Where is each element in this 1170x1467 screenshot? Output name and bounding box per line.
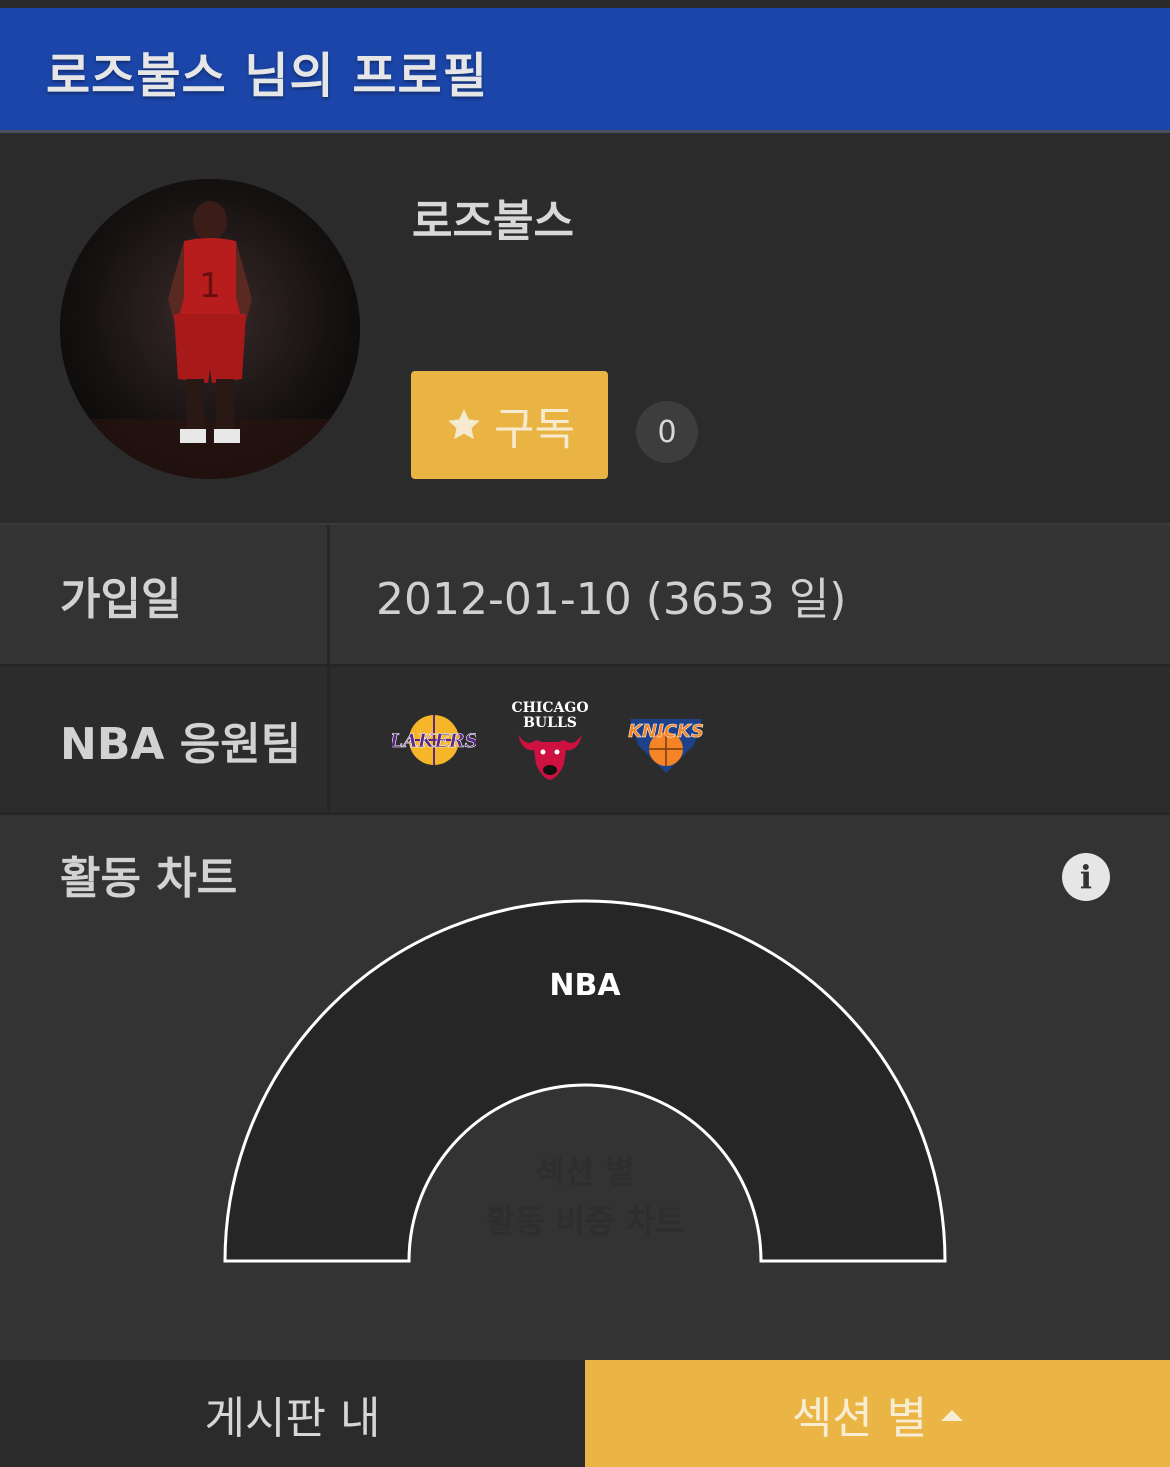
- join-date-row: 가입일 2012-01-10 (3653 일): [0, 525, 1170, 667]
- page-header: 로즈불스 님의 프로필: [0, 8, 1170, 133]
- activity-donut-chart: NBA 섹션 별활동 비중 차트: [223, 899, 947, 1263]
- bulls-logo[interactable]: CHICAGO BULLS: [508, 698, 592, 782]
- star-icon: [448, 409, 480, 440]
- favorite-teams-label: NBA 응원팀: [0, 667, 330, 812]
- join-date-value: 2012-01-10 (3653 일): [376, 573, 847, 625]
- chart-center-label-1: 섹션 별: [535, 1153, 634, 1191]
- subscriber-count: 0: [636, 401, 698, 463]
- avatar[interactable]: 1: [60, 179, 360, 479]
- svg-text:BULLS: BULLS: [523, 715, 577, 731]
- status-strip: [0, 0, 1170, 8]
- caret-up-icon: [941, 1410, 964, 1421]
- subscribe-button[interactable]: 구독: [411, 371, 608, 479]
- svg-text:1: 1: [199, 266, 221, 306]
- bottom-tab-bar: 게시판 내 섹션 별: [0, 1360, 1170, 1467]
- chart-center-label-2: 활동 비중 차트: [486, 1202, 685, 1240]
- username: 로즈불스: [412, 196, 574, 247]
- lakers-logo[interactable]: LAKERS: [392, 710, 476, 770]
- subscribe-label: 구독: [494, 404, 575, 455]
- tab-board-label: 게시판 내: [204, 1392, 381, 1444]
- svg-text:CHICAGO: CHICAGO: [511, 700, 588, 716]
- svg-text:KNICKS: KNICKS: [628, 721, 704, 742]
- svg-text:LAKERS: LAKERS: [392, 730, 476, 752]
- chart-label-nba: NBA: [549, 968, 621, 1003]
- tab-board[interactable]: 게시판 내: [0, 1360, 585, 1467]
- page-title: 로즈불스 님의 프로필: [46, 48, 488, 104]
- join-date-label: 가입일: [0, 525, 330, 664]
- favorite-teams-list: LAKERS CHICAGO BULLS KNICKS: [330, 667, 1170, 812]
- favorite-teams-row: NBA 응원팀 LAKERS CHICAGO BULLS KNICKS: [0, 667, 1170, 815]
- profile-card: 1 로즈불스 구독 0: [0, 133, 1170, 526]
- tab-section-label: 섹션 별: [791, 1392, 928, 1444]
- avatar-photo: 1: [60, 179, 360, 479]
- knicks-logo[interactable]: KNICKS: [624, 705, 708, 775]
- tab-section[interactable]: 섹션 별: [585, 1360, 1170, 1467]
